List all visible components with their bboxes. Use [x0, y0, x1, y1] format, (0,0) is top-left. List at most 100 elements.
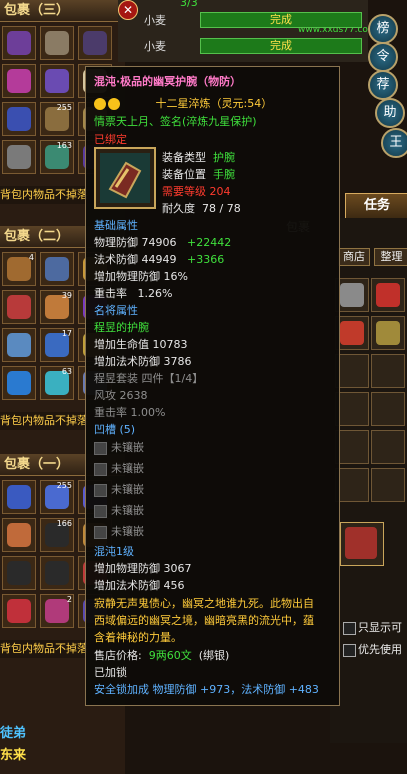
item-stars: 十二星淬炼（灵元:54）: [155, 97, 273, 110]
bag-1-title: 包裹（一）: [4, 457, 70, 472]
warehouse-slot[interactable]: [371, 316, 405, 350]
quest-status-bar: 完成: [200, 12, 362, 28]
warehouse-slot[interactable]: [371, 468, 405, 502]
tab-sort[interactable]: 整理: [374, 248, 407, 266]
item-description-line: 含着神秘的力量。: [94, 631, 182, 644]
bag-slot[interactable]: [40, 64, 74, 98]
checkbox-icon[interactable]: [343, 643, 356, 657]
base-attr-row: 物理防御 74906 +22442: [94, 236, 232, 249]
help-button[interactable]: 助: [375, 98, 405, 128]
prefer-use-checkbox[interactable]: 优先使用: [343, 642, 407, 658]
player-name-label: 东来: [0, 748, 27, 763]
famous-attr-row: 增加生命值 10783: [94, 338, 188, 351]
bag-slot[interactable]: 39: [40, 290, 74, 324]
quest-name: 小麦: [144, 14, 166, 27]
close-icon[interactable]: ✕: [118, 0, 138, 20]
base-attr-row: 重击率 1.26%: [94, 287, 173, 300]
bag-slot[interactable]: [40, 556, 74, 590]
recommend-button[interactable]: 荐: [368, 70, 398, 100]
bag-slot[interactable]: [2, 64, 36, 98]
warehouse-slot[interactable]: [335, 468, 369, 502]
warehouse-slot[interactable]: [335, 316, 369, 350]
item-type-row: 装备类型 护腕: [162, 151, 235, 164]
item-bound: 已绑定: [94, 133, 127, 146]
bag-slot[interactable]: [2, 290, 36, 324]
quest-row[interactable]: 小麦 完成: [144, 12, 362, 28]
bag-slot[interactable]: [2, 102, 36, 136]
show-only-checkbox[interactable]: 只显示可: [343, 620, 407, 636]
checkbox-icon[interactable]: [343, 621, 356, 635]
warehouse-slot[interactable]: [371, 392, 405, 426]
bag-slot[interactable]: 4: [2, 252, 36, 286]
bag-3-header[interactable]: 包裹（三）: [0, 0, 125, 22]
quest-row[interactable]: 小麦 完成: [144, 38, 362, 54]
socket-row: 未镶嵌: [94, 460, 144, 476]
quest-name: 小麦: [144, 40, 166, 53]
task-button[interactable]: 任务: [345, 193, 407, 219]
famous-name: 程昱的护腕: [94, 321, 149, 334]
bag-2-title: 包裹（二）: [4, 229, 70, 244]
smile-icon: [108, 98, 120, 110]
bag-slot[interactable]: [78, 26, 112, 60]
bag-slot[interactable]: [2, 26, 36, 60]
item-level-row: 需要等级 204: [162, 185, 231, 198]
warehouse-slot[interactable]: [335, 392, 369, 426]
bag-slot[interactable]: 17: [40, 328, 74, 362]
bag-slot[interactable]: [2, 328, 36, 362]
socket-row: 未镶嵌: [94, 523, 144, 539]
warehouse-slot[interactable]: [335, 354, 369, 388]
bag-slot[interactable]: [40, 252, 74, 286]
bag-slot[interactable]: [2, 518, 36, 552]
bag-slot[interactable]: 166: [40, 518, 74, 552]
bag-slot[interactable]: [40, 26, 74, 60]
warehouse-panel: 包裹 商店 整理: [286, 218, 407, 743]
bag-slot[interactable]: [2, 480, 36, 514]
item-locked: 已加锁: [94, 666, 127, 679]
warehouse-slot[interactable]: [371, 430, 405, 464]
ranking-button[interactable]: 榜: [368, 14, 398, 44]
bracer-icon: [100, 153, 150, 203]
bag-slot[interactable]: [2, 556, 36, 590]
item-slot-row: 装备位置 手腕: [162, 168, 235, 181]
bag-slot[interactable]: 63: [40, 366, 74, 400]
item-durability-row: 耐久度 78 / 78: [162, 202, 241, 215]
socket-icon: [94, 462, 107, 476]
quest-counter: 3/3: [180, 0, 198, 9]
warehouse-slot[interactable]: [335, 278, 369, 312]
base-attr-header: 基础属性: [94, 219, 138, 232]
socket-icon: [94, 525, 107, 539]
smile-icon: [94, 98, 106, 110]
bag-slot[interactable]: [2, 366, 36, 400]
socket-row: 未镶嵌: [94, 439, 144, 455]
base-attr-row: 增加物理防御 16%: [94, 270, 188, 283]
bag-slot[interactable]: 255: [40, 102, 74, 136]
bag-slot[interactable]: [2, 594, 36, 628]
base-attr-row: 法术防御 44949 +3366: [94, 253, 225, 266]
disciple-label: 徒弟: [0, 726, 27, 741]
socket-header: 凹槽 (5): [94, 423, 136, 436]
famous-attr-row: 增加法术防御 3786: [94, 355, 192, 368]
warehouse-slot[interactable]: [371, 278, 405, 312]
set-line: 程昱套装 四件【1/4】: [94, 372, 204, 385]
warehouse-slot[interactable]: [371, 354, 405, 388]
item-lock-bonus: 安全锁加成 物理防御 +973，法术防御 +483: [94, 683, 319, 696]
chaos-attr-row: 增加物理防御 3067: [94, 562, 192, 575]
quest-status-bar: 完成: [200, 38, 362, 54]
item-description-line: 西域偏远的幽冥之境，幽暗亮黑的流光中，蕴: [94, 614, 314, 627]
star-rating: 十二星淬炼（灵元:54）: [94, 95, 272, 111]
bag-slot[interactable]: [2, 140, 36, 174]
king-button[interactable]: 王: [381, 128, 407, 158]
bag-slot[interactable]: 255: [40, 480, 74, 514]
tab-shop[interactable]: 商店: [338, 248, 370, 266]
warehouse-special-slot[interactable]: [340, 522, 384, 566]
socket-icon: [94, 441, 107, 455]
order-button[interactable]: 令: [368, 42, 398, 72]
quest-tracker: 3/3 小富代售www.xxds77.com 小麦 完成 小麦 完成: [118, 0, 377, 62]
socket-icon: [94, 483, 107, 497]
set-attr-row: 重击率 1.00%: [94, 406, 166, 419]
socket-row: 未镶嵌: [94, 481, 144, 497]
item-price-row: 售店价格: 9两60文 (绑银): [94, 649, 230, 662]
bag-slot[interactable]: 163: [40, 140, 74, 174]
warehouse-slot[interactable]: [335, 430, 369, 464]
bag-slot[interactable]: 2: [40, 594, 74, 628]
